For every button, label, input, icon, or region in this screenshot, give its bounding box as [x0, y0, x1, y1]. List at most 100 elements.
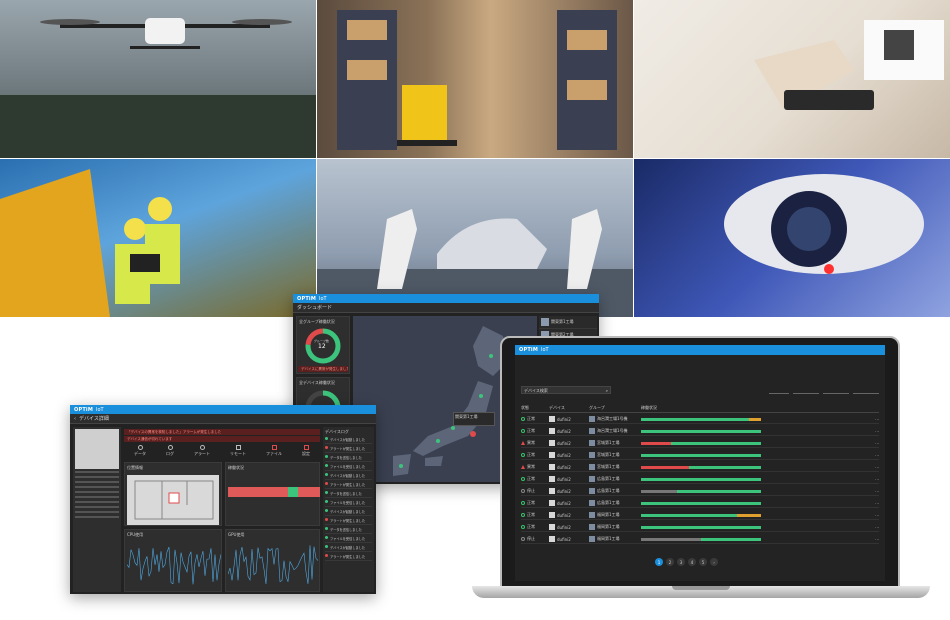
table-row[interactable]: 異常 dufini2 宮城第1工場 ⋯	[521, 439, 879, 448]
table-row[interactable]: 正常 dufini2 広島第1工場 ⋯	[521, 475, 879, 484]
detail-alert-2[interactable]: デバイス通信が切れています	[124, 436, 320, 442]
group-alert[interactable]: デバイスに異常が発生しました	[298, 366, 348, 372]
log-item[interactable]: デバイスが起動しました	[325, 543, 372, 552]
log-item[interactable]: アラートが発生しました	[325, 516, 372, 525]
next-page-icon[interactable]: ›	[710, 558, 718, 566]
back-icon[interactable]: ‹	[74, 416, 76, 422]
table-row[interactable]: 正常 dufini2 宮城第1工場 ⋯	[521, 451, 879, 460]
status-history-bar	[641, 537, 761, 541]
device-info-text	[75, 471, 119, 521]
side-list-item[interactable]: 関東第1工場	[539, 316, 597, 329]
drone-photo	[0, 0, 316, 158]
status-history-bar	[641, 525, 761, 529]
location-title: 位置情報	[127, 465, 143, 470]
tab-remote[interactable]: リモート	[230, 445, 246, 459]
status-text: 異常	[527, 464, 535, 469]
device-search-input[interactable]: デバイス検索 ⌕	[521, 386, 611, 394]
table-row[interactable]: 異常 dufini2 宮城第1工場 ⋯	[521, 463, 879, 472]
usage-line	[127, 546, 221, 585]
history-segment	[701, 537, 761, 541]
log-item[interactable]: アラートが発生しました	[325, 480, 372, 489]
table-row[interactable]: 正常 dufini2 広島第1工場 ⋯	[521, 499, 879, 508]
device-cell: dufini2	[549, 524, 583, 530]
row-menu-icon[interactable]: ⋯	[875, 465, 879, 470]
tab-settings[interactable]: 設定	[302, 445, 310, 459]
row-menu-icon[interactable]: ⋯	[875, 525, 879, 530]
log-item[interactable]: ファイルを受信しました	[325, 498, 372, 507]
construction-photo	[0, 159, 316, 317]
row-menu-icon[interactable]: ⋯	[875, 477, 879, 482]
table-row[interactable]: 正常 dufini2 福岡第1工場 ⋯	[521, 523, 879, 532]
device-image-card	[73, 427, 121, 592]
table-row[interactable]: 正常 dufini2 海呂潤工場1号機 ⋯	[521, 427, 879, 436]
app-header: OPTiM IoT	[293, 294, 599, 303]
tab-file[interactable]: ファイル	[266, 445, 282, 459]
map-popup-name: 関東第1工場	[455, 414, 478, 419]
group-thumbnail	[589, 452, 595, 458]
filter-dropdown[interactable]	[793, 387, 819, 394]
status-history-bar	[641, 513, 761, 517]
log-item[interactable]: デバイスが起動しました	[325, 507, 372, 516]
page-button[interactable]: 2	[666, 558, 674, 566]
page-button[interactable]: 5	[699, 558, 707, 566]
location-card: 位置情報	[124, 462, 222, 526]
worker-icon	[0, 169, 180, 317]
log-item[interactable]: アラートが発生しました	[325, 552, 372, 561]
row-menu-icon[interactable]: ⋯	[875, 441, 879, 446]
row-menu-icon[interactable]: ⋯	[875, 489, 879, 494]
table-row[interactable]: 正常 dufini2 福岡第1工場 ⋯	[521, 511, 879, 520]
row-menu-icon[interactable]: ⋯	[875, 429, 879, 434]
status-cell: 正常	[521, 524, 543, 530]
row-menu-icon[interactable]: ⋯	[875, 501, 879, 506]
history-segment	[641, 525, 761, 529]
table-row[interactable]: 停止 dufini2 福岡第1工場 ⋯	[521, 535, 879, 544]
page-button[interactable]: 4	[688, 558, 696, 566]
detail-alert-1[interactable]: 「デバイスの異常を検知しました」アラームが発生しました	[124, 429, 320, 435]
log-item[interactable]: ファイルを受信しました	[325, 462, 372, 471]
log-item[interactable]: ファイルを受信しました	[325, 534, 372, 543]
log-item[interactable]: アラートが発生しました	[325, 444, 372, 453]
map-popup[interactable]: 関東第1工場	[453, 412, 495, 426]
device-name: dufini2	[557, 476, 571, 482]
device-thumbnail	[549, 416, 555, 422]
status-title: 稼働状況	[228, 465, 244, 470]
tab-log[interactable]: ログ	[166, 445, 174, 459]
status-history-bar	[641, 453, 761, 457]
check-icon	[325, 509, 328, 512]
log-item[interactable]: データを送信しました	[325, 453, 372, 462]
device-name: dufini2	[557, 500, 571, 506]
tab-alert[interactable]: アラート	[194, 445, 210, 459]
log-item[interactable]: データを送信しました	[325, 525, 372, 534]
row-menu-icon[interactable]: ⋯	[875, 453, 879, 458]
device-cell: dufini2	[549, 488, 583, 494]
status-cell: 正常	[521, 416, 543, 422]
filter-dropdown[interactable]	[853, 387, 879, 394]
camera-icon	[724, 174, 924, 274]
page-button[interactable]: 1	[655, 558, 663, 566]
scanner-photo	[634, 0, 950, 158]
filter-dropdown[interactable]	[769, 387, 789, 394]
log-item[interactable]: デバイスが起動しました	[325, 471, 372, 480]
group-name: 福岡第1工場	[597, 536, 620, 541]
tab-data[interactable]: データ	[134, 445, 146, 459]
row-menu-icon[interactable]: ⋯	[875, 417, 879, 422]
group-cell: 宮城第1工場	[589, 440, 635, 446]
table-row[interactable]: 正常 dufini2 海呂潤工場1号機 ⋯	[521, 415, 879, 424]
group-thumbnail	[589, 488, 595, 494]
log-item[interactable]: データを送信しました	[325, 489, 372, 498]
history-segment	[641, 453, 761, 457]
floor-plan[interactable]	[127, 475, 219, 525]
log-item[interactable]: デバイスが起動しました	[325, 435, 372, 444]
filter-dropdown[interactable]	[823, 387, 849, 394]
page-button[interactable]: 3	[677, 558, 685, 566]
group-thumbnail	[589, 416, 595, 422]
check-icon	[325, 527, 328, 530]
row-menu-icon[interactable]: ⋯	[875, 513, 879, 518]
log-panel: デバイスログ デバイスが起動しました アラートが発生しました データを送信しましたフ…	[323, 427, 374, 592]
row-menu-icon[interactable]: ⋯	[875, 537, 879, 542]
stop-icon	[521, 489, 525, 493]
device-detail-window: OPTiM IoT ‹ デバイス詳細 「デバイスの異常を検知しました」アラームが…	[70, 405, 376, 594]
table-row[interactable]: 停止 dufini2 広島第1工場 ⋯	[521, 487, 879, 496]
device-cell: dufini2	[549, 428, 583, 434]
security-camera-photo	[634, 159, 950, 317]
